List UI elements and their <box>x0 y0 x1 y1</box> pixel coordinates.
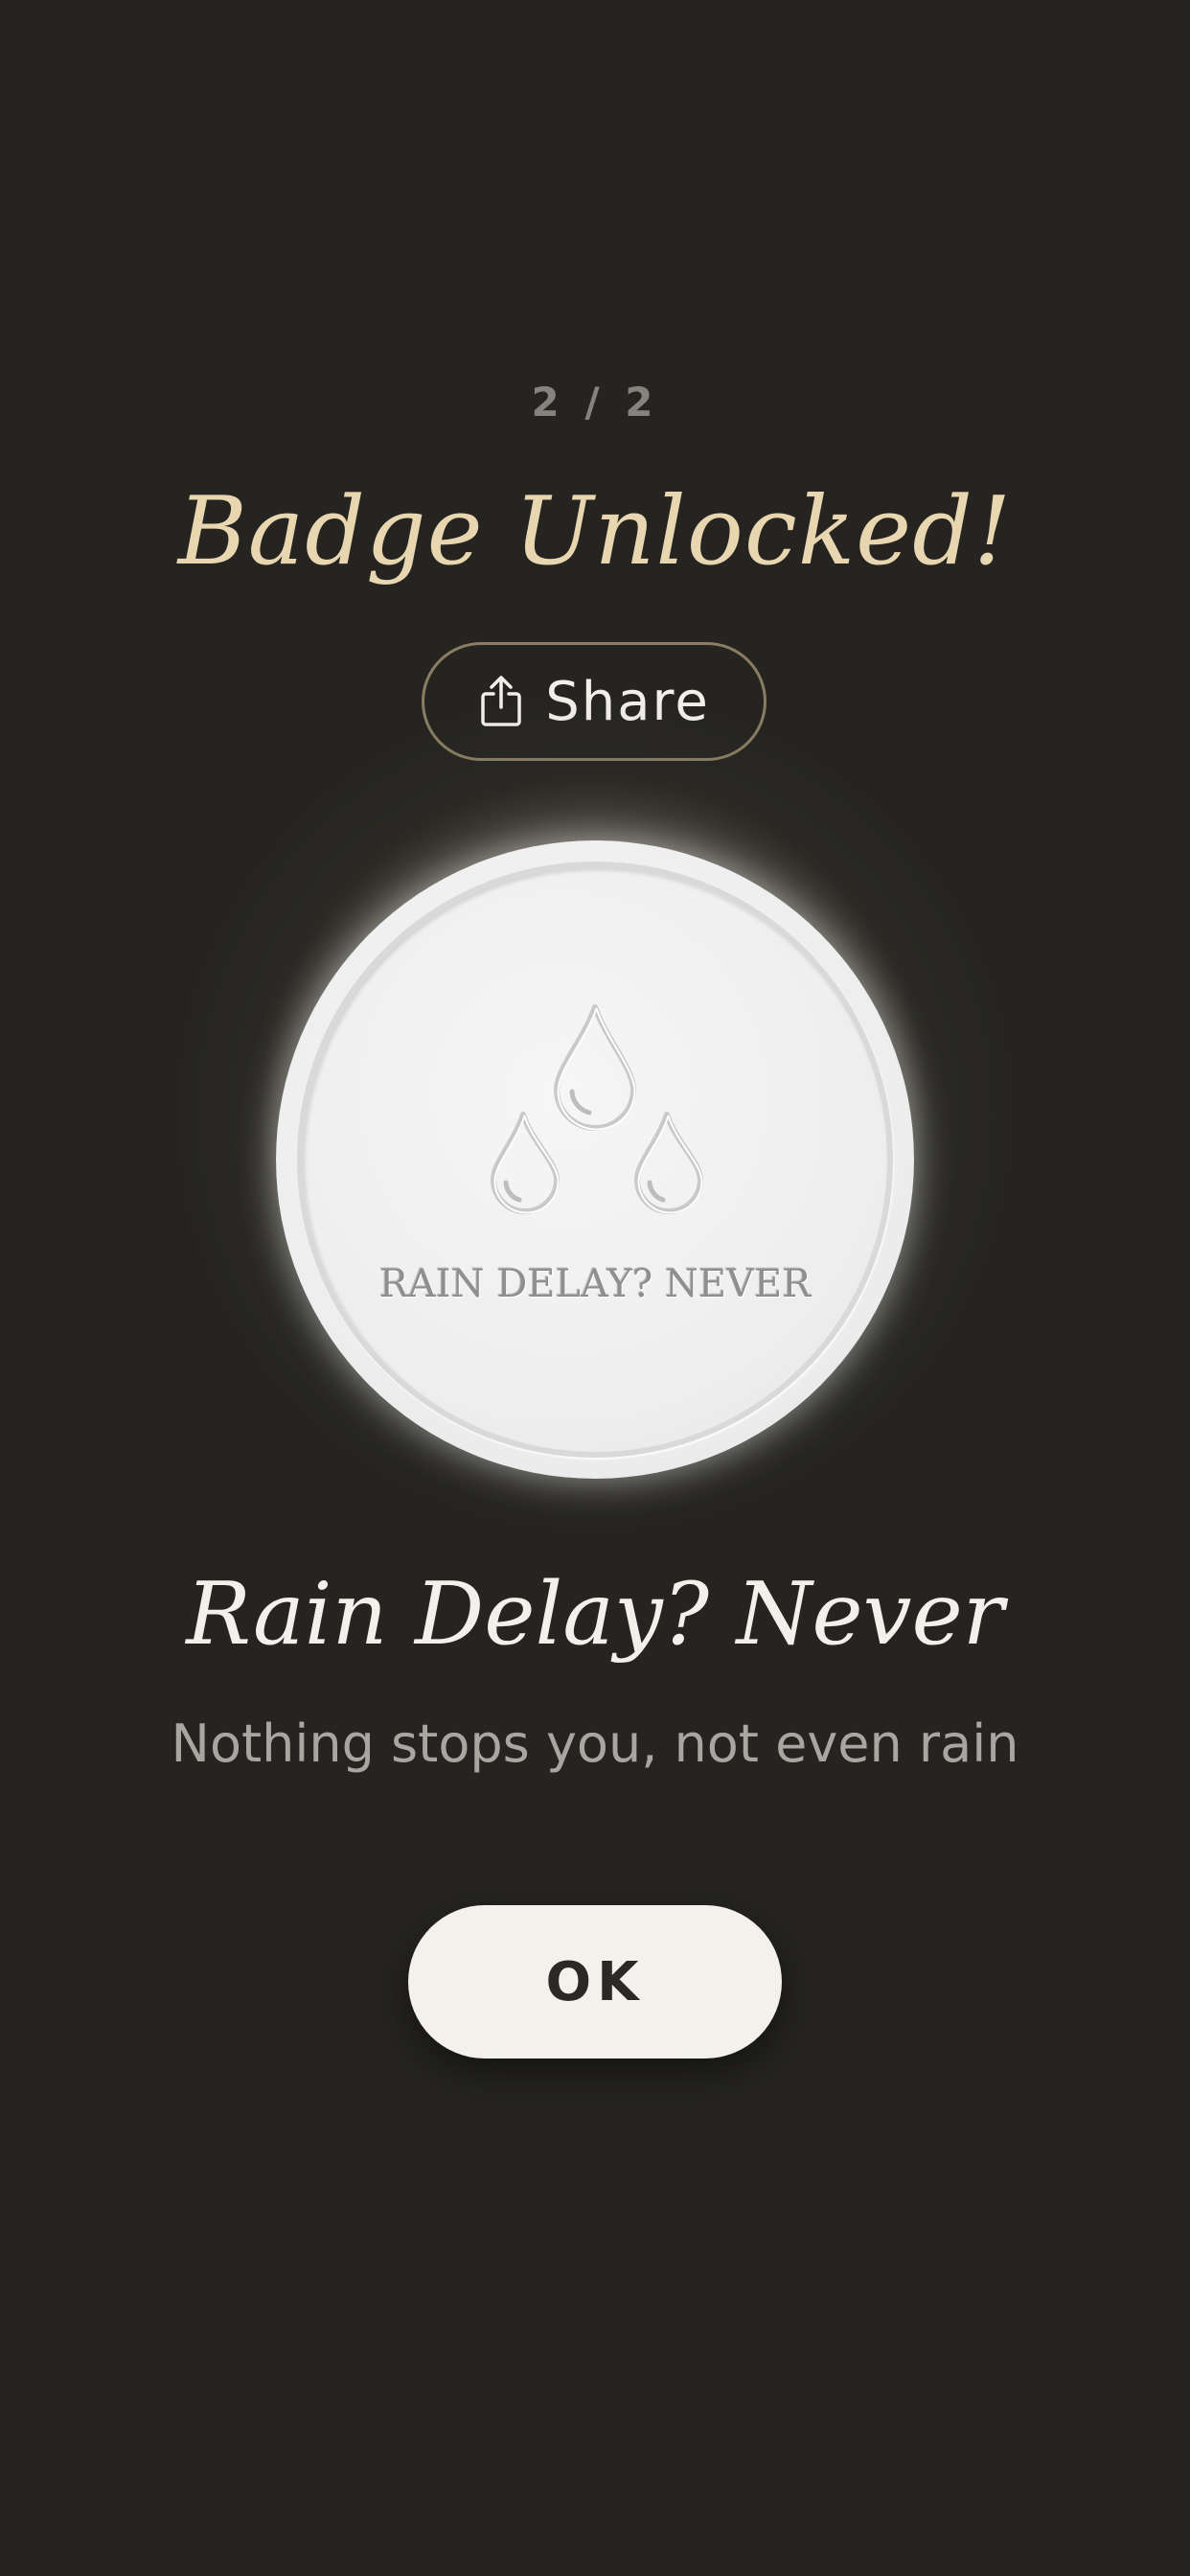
page-counter: 2 / 2 <box>531 379 659 426</box>
ok-button[interactable]: OK <box>408 1905 782 2058</box>
page-title: Badge Unlocked! <box>177 477 1013 586</box>
badge-name: Rain Delay? Never <box>186 1564 1004 1665</box>
raindrops-icon <box>491 1004 703 1214</box>
badge-medallion: RAIN DELAY? NEVER <box>276 840 914 1479</box>
badge-inscription: RAIN DELAY? NEVER <box>378 1262 812 1306</box>
ok-button-label: OK <box>545 1950 645 2013</box>
badge-description: Nothing stops you, not even rain <box>171 1714 1019 1774</box>
